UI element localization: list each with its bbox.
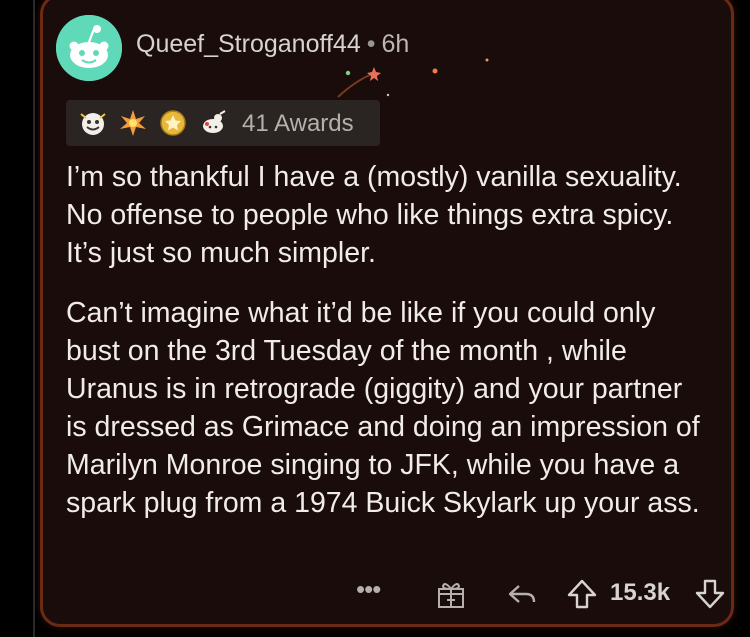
thread-line xyxy=(33,0,35,637)
awards-pill[interactable]: 41 Awards xyxy=(66,100,380,146)
reply-icon[interactable] xyxy=(506,578,538,610)
upvote-arrow-icon[interactable] xyxy=(566,578,598,610)
bless-award-icon xyxy=(203,110,226,133)
snoo-avatar-svg xyxy=(56,15,122,81)
comment-action-bar: ••• 15.3k xyxy=(0,574,750,616)
username-link[interactable]: Queef_Stroganoff44 xyxy=(136,30,361,58)
sparkle-effect-icon xyxy=(337,58,489,98)
comment-paragraph-2: Can’t imagine what it’d be like if you c… xyxy=(66,297,700,519)
comment-paragraph-1: I’m so thankful I have a (mostly) vanill… xyxy=(66,161,682,269)
gift-icon[interactable] xyxy=(435,578,467,610)
comment-age: 6h xyxy=(381,30,410,58)
header-separator: • xyxy=(366,30,376,58)
awards-count: 41 Awards xyxy=(242,110,354,137)
wholesome-award-icon xyxy=(80,113,106,135)
gold-award-icon xyxy=(160,110,186,136)
burst-award-icon xyxy=(120,110,146,136)
downvote-arrow-icon[interactable] xyxy=(694,578,726,610)
vote-count: 15.3k xyxy=(610,579,671,606)
more-options-button[interactable]: ••• xyxy=(356,574,381,605)
comment-body: I’m so thankful I have a (mostly) vanill… xyxy=(66,158,706,544)
snoo-avatar-icon[interactable] xyxy=(56,15,122,81)
